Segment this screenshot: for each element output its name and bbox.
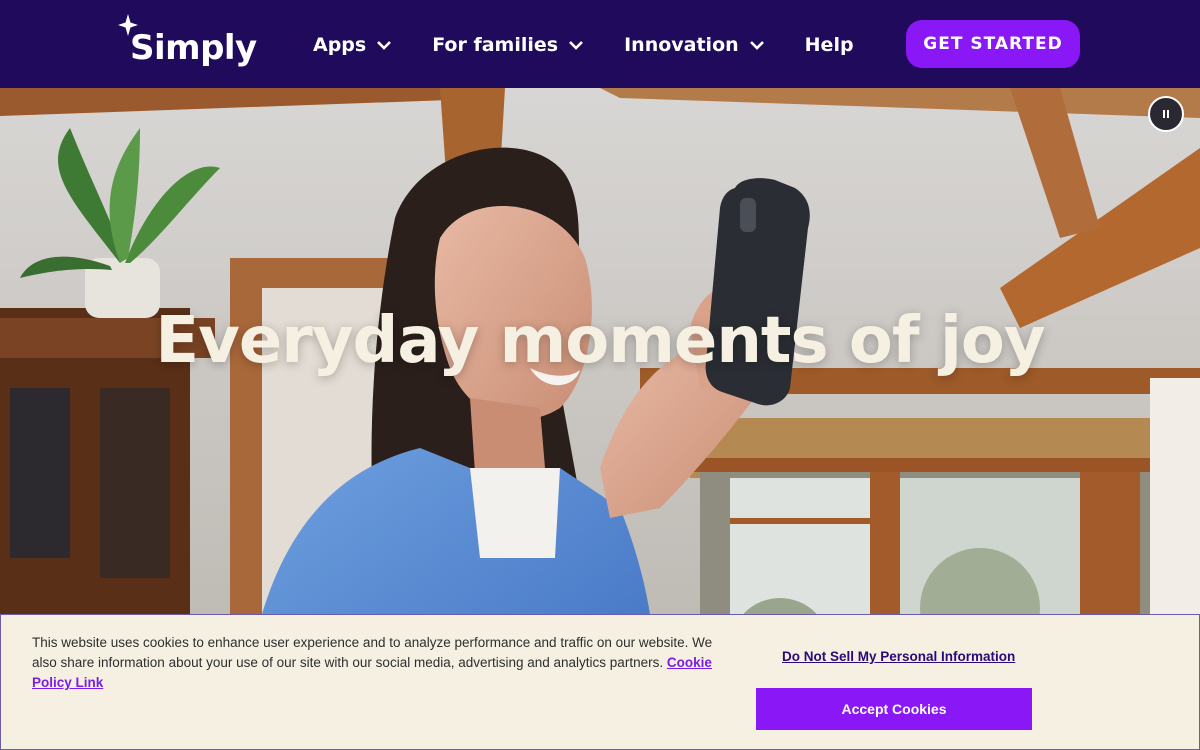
nav-help-label: Help (804, 34, 854, 56)
nav-help[interactable]: Help (805, 28, 854, 62)
site-header: Simply Apps For families Innovation Help… (0, 0, 1200, 88)
main-nav: Apps For families Innovation Help (313, 28, 894, 62)
pause-video-button[interactable] (1148, 96, 1184, 132)
cookie-description: This website uses cookies to enhance use… (32, 635, 713, 670)
pause-icon (1163, 110, 1169, 118)
nav-apps[interactable]: Apps (313, 28, 392, 62)
get-started-button[interactable]: GET STARTED (906, 20, 1080, 68)
logo-text: Simply (130, 28, 257, 68)
do-not-sell-link[interactable]: Do Not Sell My Personal Information (782, 649, 1015, 664)
hero-title: Everyday moments of joy (155, 304, 1045, 378)
chevron-down-icon (569, 41, 584, 50)
nav-for-families-label: For families (432, 34, 559, 56)
nav-for-families[interactable]: For families (432, 28, 584, 62)
simply-logo[interactable]: Simply (118, 14, 257, 70)
chevron-down-icon (377, 41, 392, 50)
accept-cookies-button[interactable]: Accept Cookies (756, 688, 1032, 730)
nav-innovation-label: Innovation (624, 34, 739, 56)
chevron-down-icon (749, 41, 764, 50)
cookie-text-block: This website uses cookies to enhance use… (32, 633, 722, 693)
nav-innovation[interactable]: Innovation (624, 28, 765, 62)
nav-apps-label: Apps (313, 34, 367, 56)
cookie-banner: This website uses cookies to enhance use… (0, 614, 1200, 750)
